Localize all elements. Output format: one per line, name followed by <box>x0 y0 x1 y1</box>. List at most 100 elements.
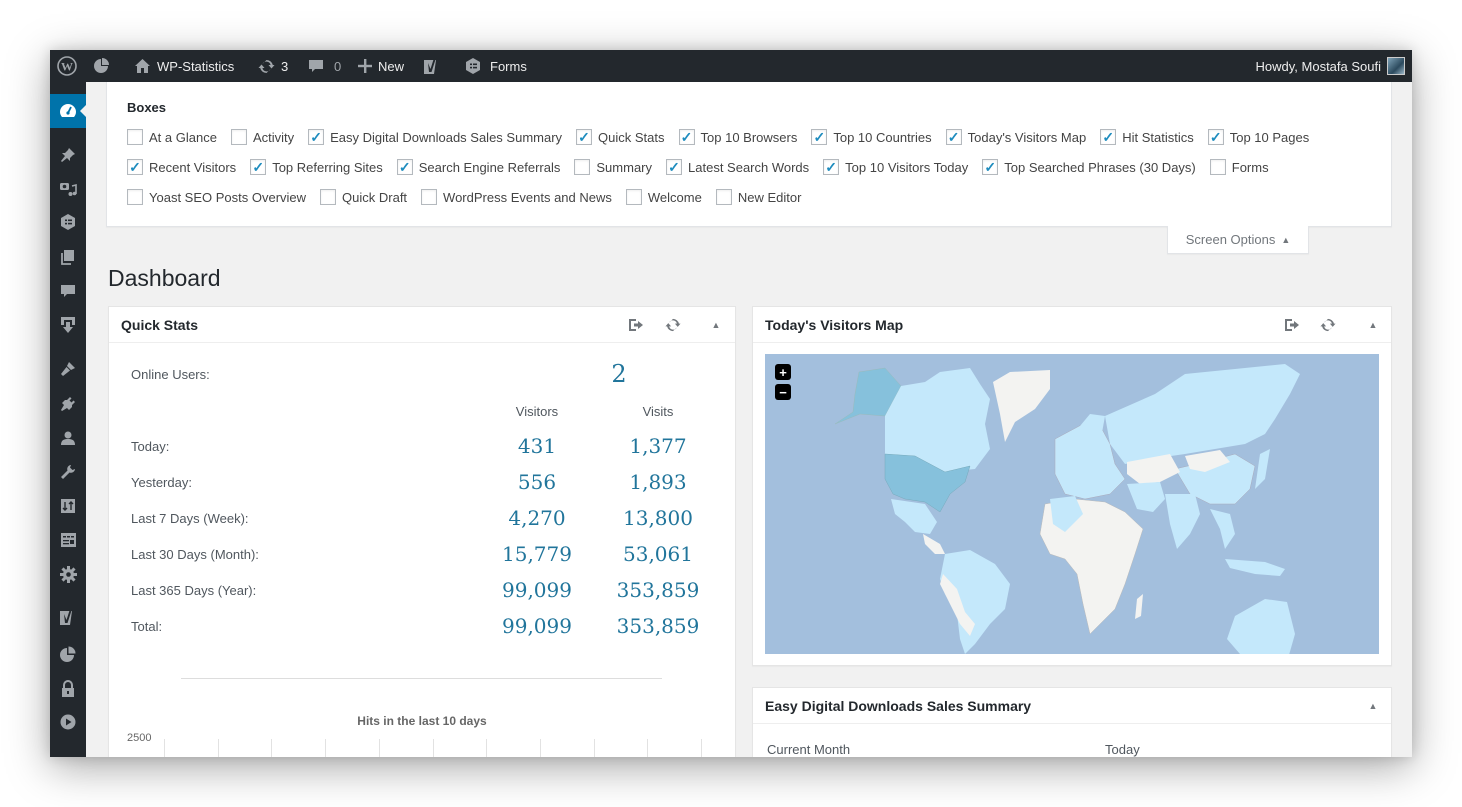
visitors-value[interactable]: 99,099 <box>477 614 597 638</box>
box-option[interactable]: ✓ Top 10 Browsers <box>678 129 797 145</box>
sidebar-item-media[interactable] <box>50 172 86 206</box>
checkbox[interactable]: ✓ <box>1209 159 1226 175</box>
sidebar-item-layout[interactable] <box>50 523 86 557</box>
checkbox[interactable]: ✓ <box>421 189 438 205</box>
map-region-japan[interactable] <box>1255 449 1270 489</box>
screen-options-toggle[interactable]: Screen Options ▲ <box>1167 226 1309 254</box>
box-option[interactable]: ✓ Easy Digital Downloads Sales Summary <box>308 129 562 145</box>
more-details-button[interactable] <box>627 316 645 334</box>
box-option[interactable]: ✓ WordPress Events and News <box>421 189 612 205</box>
visitors-value[interactable]: 4,270 <box>477 506 597 530</box>
world-map[interactable]: + − <box>765 354 1379 654</box>
checkbox[interactable]: ✓ <box>666 159 683 175</box>
checkbox[interactable]: ✓ <box>127 159 143 175</box>
sidebar-item-seo[interactable] <box>50 600 86 634</box>
refresh-button[interactable] <box>664 316 682 334</box>
visits-value[interactable]: 1,893 <box>598 470 718 494</box>
box-option[interactable]: ✓ Top Searched Phrases (30 Days) <box>982 159 1196 175</box>
new-content-link[interactable]: New <box>358 50 404 82</box>
online-users-value[interactable]: 2 <box>559 360 679 388</box>
checkbox[interactable]: ✓ <box>396 159 413 175</box>
box-option[interactable]: ✓ Top 10 Visitors Today <box>823 159 968 175</box>
box-option[interactable]: ✓ Quick Draft <box>320 189 407 205</box>
map-zoom-out-button[interactable]: − <box>775 384 791 400</box>
sidebar-item-users[interactable] <box>50 421 86 455</box>
box-option[interactable]: ✓ Top 10 Pages <box>1207 129 1309 145</box>
checkbox[interactable]: ✓ <box>945 129 962 145</box>
box-option[interactable]: ✓ Today's Visitors Map <box>945 129 1086 145</box>
box-option[interactable]: ✓ Yoast SEO Posts Overview <box>127 189 306 205</box>
sidebar-item-tools[interactable] <box>50 455 86 489</box>
more-details-button[interactable] <box>1283 316 1301 334</box>
sidebar-item-plugins[interactable] <box>50 387 86 421</box>
checkbox[interactable]: ✓ <box>127 189 143 205</box>
map-region-southeast-asia[interactable] <box>1210 509 1235 549</box>
sidebar-item-downloads[interactable] <box>50 308 86 342</box>
sidebar-item-forms[interactable] <box>50 205 86 239</box>
refresh-button[interactable] <box>1319 316 1337 334</box>
map-region-russia[interactable] <box>1105 364 1300 464</box>
sidebar-item-media-player[interactable] <box>50 705 86 739</box>
box-option[interactable]: ✓ New Editor <box>715 189 801 205</box>
collapse-toggle[interactable]: ▲ <box>707 316 725 334</box>
box-option[interactable]: ✓ Hit Statistics <box>1100 129 1194 145</box>
box-option[interactable]: ✓ Summary <box>574 159 652 175</box>
checkbox[interactable]: ✓ <box>1100 129 1117 145</box>
box-option[interactable]: ✓ Top Referring Sites <box>250 159 383 175</box>
sidebar-item-appearance[interactable] <box>50 352 86 386</box>
box-option[interactable]: ✓ Latest Search Words <box>666 159 809 175</box>
map-region-indonesia[interactable] <box>1225 559 1285 576</box>
checkbox[interactable]: ✓ <box>625 189 642 205</box>
visits-value[interactable]: 1,377 <box>598 434 718 458</box>
map-region-australia[interactable] <box>1227 599 1295 654</box>
yoast-seo-button[interactable] <box>423 50 441 82</box>
box-option[interactable]: ✓ Activity <box>230 129 294 145</box>
sidebar-item-dashboard[interactable] <box>50 94 86 128</box>
checkbox[interactable]: ✓ <box>576 129 593 145</box>
wordpress-logo-button[interactable]: W <box>57 50 77 82</box>
updates-link[interactable]: 3 <box>258 50 288 82</box>
visits-value[interactable]: 353,859 <box>598 578 718 602</box>
checkbox[interactable]: ✓ <box>308 129 325 145</box>
box-option[interactable]: ✓ Quick Stats <box>576 129 665 145</box>
visitors-map-header[interactable]: Today's Visitors Map ▲ <box>753 307 1391 343</box>
forms-menu-link[interactable]: Forms <box>464 50 527 82</box>
box-option[interactable]: ✓ Search Engine Referrals <box>396 159 560 175</box>
checkbox[interactable]: ✓ <box>823 159 840 175</box>
checkbox[interactable]: ✓ <box>715 189 732 205</box>
sidebar-item-security[interactable] <box>50 671 86 705</box>
collapse-toggle[interactable]: ▲ <box>1364 316 1382 334</box>
visitors-value[interactable]: 556 <box>477 470 597 494</box>
checkbox[interactable]: ✓ <box>250 159 267 175</box>
statistics-button[interactable] <box>93 50 109 82</box>
checkbox[interactable]: ✓ <box>811 129 828 145</box>
visitors-value[interactable]: 99,099 <box>477 578 597 602</box>
visits-value[interactable]: 13,800 <box>598 506 718 530</box>
comments-link[interactable]: 0 <box>308 50 341 82</box>
visitors-value[interactable]: 15,779 <box>477 542 597 566</box>
box-option[interactable]: ✓ Recent Visitors <box>127 159 236 175</box>
box-option[interactable]: ✓ At a Glance <box>127 129 217 145</box>
sidebar-item-settings[interactable] <box>50 557 86 591</box>
visits-value[interactable]: 353,859 <box>598 614 718 638</box>
map-zoom-in-button[interactable]: + <box>775 364 791 380</box>
box-option[interactable]: ✓ Forms <box>1209 159 1269 175</box>
map-region-middle-east[interactable] <box>1127 482 1165 512</box>
checkbox[interactable]: ✓ <box>982 159 999 175</box>
checkbox[interactable]: ✓ <box>230 129 247 145</box>
checkbox[interactable]: ✓ <box>678 129 695 145</box>
checkbox[interactable]: ✓ <box>574 159 591 175</box>
checkbox[interactable]: ✓ <box>1207 129 1224 145</box>
checkbox[interactable]: ✓ <box>127 129 143 145</box>
collapse-toggle[interactable]: ▲ <box>1364 697 1382 715</box>
site-name-link[interactable]: WP-Statistics <box>134 50 234 82</box>
sidebar-item-posts[interactable] <box>50 138 86 172</box>
edd-summary-header[interactable]: Easy Digital Downloads Sales Summary ▲ <box>753 688 1391 724</box>
visits-value[interactable]: 53,061 <box>598 542 718 566</box>
box-option[interactable]: ✓ Welcome <box>625 189 702 205</box>
sidebar-item-statistics[interactable] <box>50 637 86 671</box>
sidebar-item-statistics-settings[interactable] <box>50 489 86 523</box>
checkbox[interactable]: ✓ <box>320 189 337 205</box>
sidebar-item-comments[interactable] <box>50 274 86 308</box>
quick-stats-header[interactable]: Quick Stats ▲ <box>109 307 735 343</box>
